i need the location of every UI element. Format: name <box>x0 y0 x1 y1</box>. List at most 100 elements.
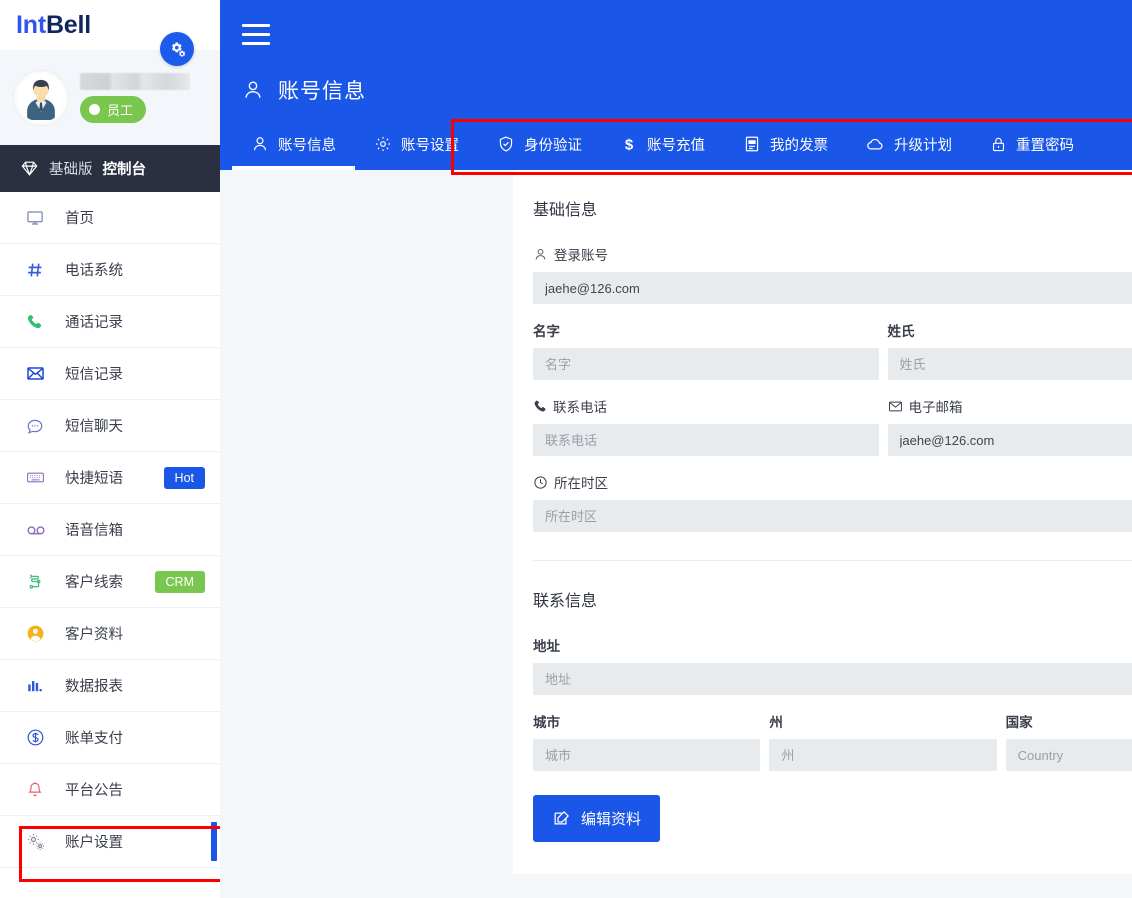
field-label: 名字 <box>533 320 879 340</box>
hamburger-icon[interactable] <box>242 24 270 51</box>
diamond-icon <box>21 161 38 176</box>
bell-icon <box>26 781 52 799</box>
tab-identity-verification[interactable]: 身份验证 <box>478 118 601 170</box>
page-title: 账号信息 <box>278 80 366 103</box>
sidebar-nav: 首页 电话系统 通话记录 短信记录 短信聊天 快捷短语 Hot 语音信箱 客户线… <box>0 192 220 868</box>
sidebar-item-sms-chat[interactable]: 短信聊天 <box>0 400 220 452</box>
envelope-icon <box>888 401 902 411</box>
field-label-text: 城市 <box>533 715 560 730</box>
tab-upgrade-plan[interactable]: 升级计划 <box>847 118 971 170</box>
field-first-name: 名字 <box>533 320 879 380</box>
state-input[interactable] <box>769 739 997 771</box>
avatar[interactable] <box>14 70 68 125</box>
dollar-circle-icon <box>26 728 52 747</box>
sidebar-item-label: 账户设置 <box>65 835 123 851</box>
city-input[interactable] <box>533 739 761 771</box>
tab-label: 重置密码 <box>1016 137 1074 154</box>
tab-reset-password[interactable]: 重置密码 <box>971 118 1093 170</box>
sidebar-item-customer-profile[interactable]: 客户资料 <box>0 608 220 660</box>
voicemail-icon <box>26 520 52 540</box>
sidebar-item-home[interactable]: 首页 <box>0 192 220 244</box>
name-row: 名字 姓氏 <box>533 320 1132 396</box>
console-bar: 基础版 控制台 <box>0 145 220 192</box>
edit-profile-label: 编辑资料 <box>581 811 642 828</box>
gears-icon <box>26 832 52 852</box>
field-label: 所在时区 <box>533 472 1132 492</box>
shield-check-icon <box>499 136 513 152</box>
sidebar-item-customer-leads[interactable]: 客户线索 CRM <box>0 556 220 608</box>
field-label: 州 <box>769 711 996 731</box>
active-indicator-bar <box>211 822 217 861</box>
profile-details: 员工 <box>80 72 190 123</box>
sidebar-item-account-settings[interactable]: 账户设置 <box>0 816 220 868</box>
section-title-basic: 基础信息 <box>533 202 598 219</box>
contact-info-section: 联系信息 地址 城市 <box>513 561 1132 842</box>
sidebar-item-billing[interactable]: 账单支付 <box>0 712 220 764</box>
username-redacted <box>80 72 190 90</box>
sidebar-item-phone-system[interactable]: 电话系统 <box>0 244 220 296</box>
sidebar-item-quick-phrases[interactable]: 快捷短语 Hot <box>0 452 220 504</box>
sidebar-item-label: 账单支付 <box>65 731 123 747</box>
sidebar-item-announcements[interactable]: 平台公告 <box>0 764 220 816</box>
tab-label: 账号信息 <box>278 137 336 154</box>
sidebar-item-label: 通话记录 <box>65 315 123 331</box>
gears-icon[interactable] <box>160 32 194 66</box>
field-city: 城市 <box>533 711 761 771</box>
sidebar-item-call-records[interactable]: 通话记录 <box>0 296 220 348</box>
country-input[interactable] <box>1005 739 1132 771</box>
tab-label: 身份验证 <box>524 137 582 154</box>
sidebar-item-label: 首页 <box>65 211 94 227</box>
address-input[interactable] <box>533 663 1132 695</box>
phone-icon <box>26 313 52 330</box>
sidebar-item-label: 语音信箱 <box>65 523 123 539</box>
tab-label: 我的发票 <box>770 137 828 154</box>
console-edition: 基础版 <box>49 162 93 178</box>
brand-logo-bell: Bell <box>45 10 92 39</box>
clock-icon <box>534 475 547 489</box>
field-label-text: 登录账号 <box>554 248 608 263</box>
app-root: IntBell 员工 基础版 控制台 首页 电话系统 通话记录 短信记录 短信聊… <box>0 0 1132 898</box>
tab-account-settings[interactable]: 账号设置 <box>355 118 478 170</box>
sidebar-item-label: 快捷短语 <box>65 471 123 487</box>
location-row: 城市 州 国家 <box>533 711 1132 787</box>
tab-account-info[interactable]: 账号信息 <box>232 118 355 170</box>
top-header: 账号信息 账号信息 账号设置 身份验证 $ 账号充值 我的发票 升级计划 重置密… <box>220 0 1132 175</box>
basic-info-section: 基础信息 登录账号 名字 <box>513 170 1132 561</box>
edit-profile-button[interactable]: 编辑资料 <box>533 795 661 842</box>
cloud-icon <box>867 138 883 149</box>
tab-label: 账号设置 <box>401 137 459 154</box>
user-icon <box>254 137 266 151</box>
page-title-area: 账号信息 <box>242 75 366 105</box>
field-last-name: 姓氏 <box>887 320 1132 380</box>
invoice-icon <box>745 136 759 152</box>
field-label: 登录账号 <box>533 244 1132 264</box>
login-account-input[interactable] <box>533 272 1132 304</box>
tab-account-recharge[interactable]: $ 账号充值 <box>601 118 724 170</box>
gear-icon <box>375 136 391 152</box>
sidebar-item-voicemail[interactable]: 语音信箱 <box>0 504 220 556</box>
sidebar-item-label: 短信聊天 <box>65 419 123 435</box>
field-state: 州 <box>769 711 997 771</box>
sidebar-item-data-reports[interactable]: 数据报表 <box>0 660 220 712</box>
phone-icon <box>534 400 546 412</box>
email-input[interactable] <box>887 424 1132 456</box>
field-label-text: 所在时区 <box>554 476 608 491</box>
sidebar-item-sms-records[interactable]: 短信记录 <box>0 348 220 400</box>
tab-label: 账号充值 <box>647 137 705 154</box>
edit-pencil-icon <box>554 810 570 825</box>
tab-label: 升级计划 <box>894 137 952 154</box>
first-name-input[interactable] <box>533 348 879 380</box>
chat-icon <box>26 417 52 435</box>
monitor-icon <box>26 209 52 227</box>
field-country: 国家 <box>1005 711 1132 771</box>
main-area: 账号信息 账号信息 账号设置 身份验证 $ 账号充值 我的发票 升级计划 重置密… <box>220 0 1132 898</box>
timezone-input[interactable] <box>533 500 1132 532</box>
phone-input[interactable] <box>533 424 879 456</box>
field-label-text: 州 <box>769 715 783 730</box>
tab-my-invoices[interactable]: 我的发票 <box>724 118 847 170</box>
console-label: 控制台 <box>102 162 147 178</box>
brand-logo[interactable]: IntBell <box>16 11 91 40</box>
contact-row: 联系电话 电子邮箱 <box>533 396 1132 472</box>
field-label: 国家 <box>1006 711 1132 731</box>
last-name-input[interactable] <box>887 348 1132 380</box>
